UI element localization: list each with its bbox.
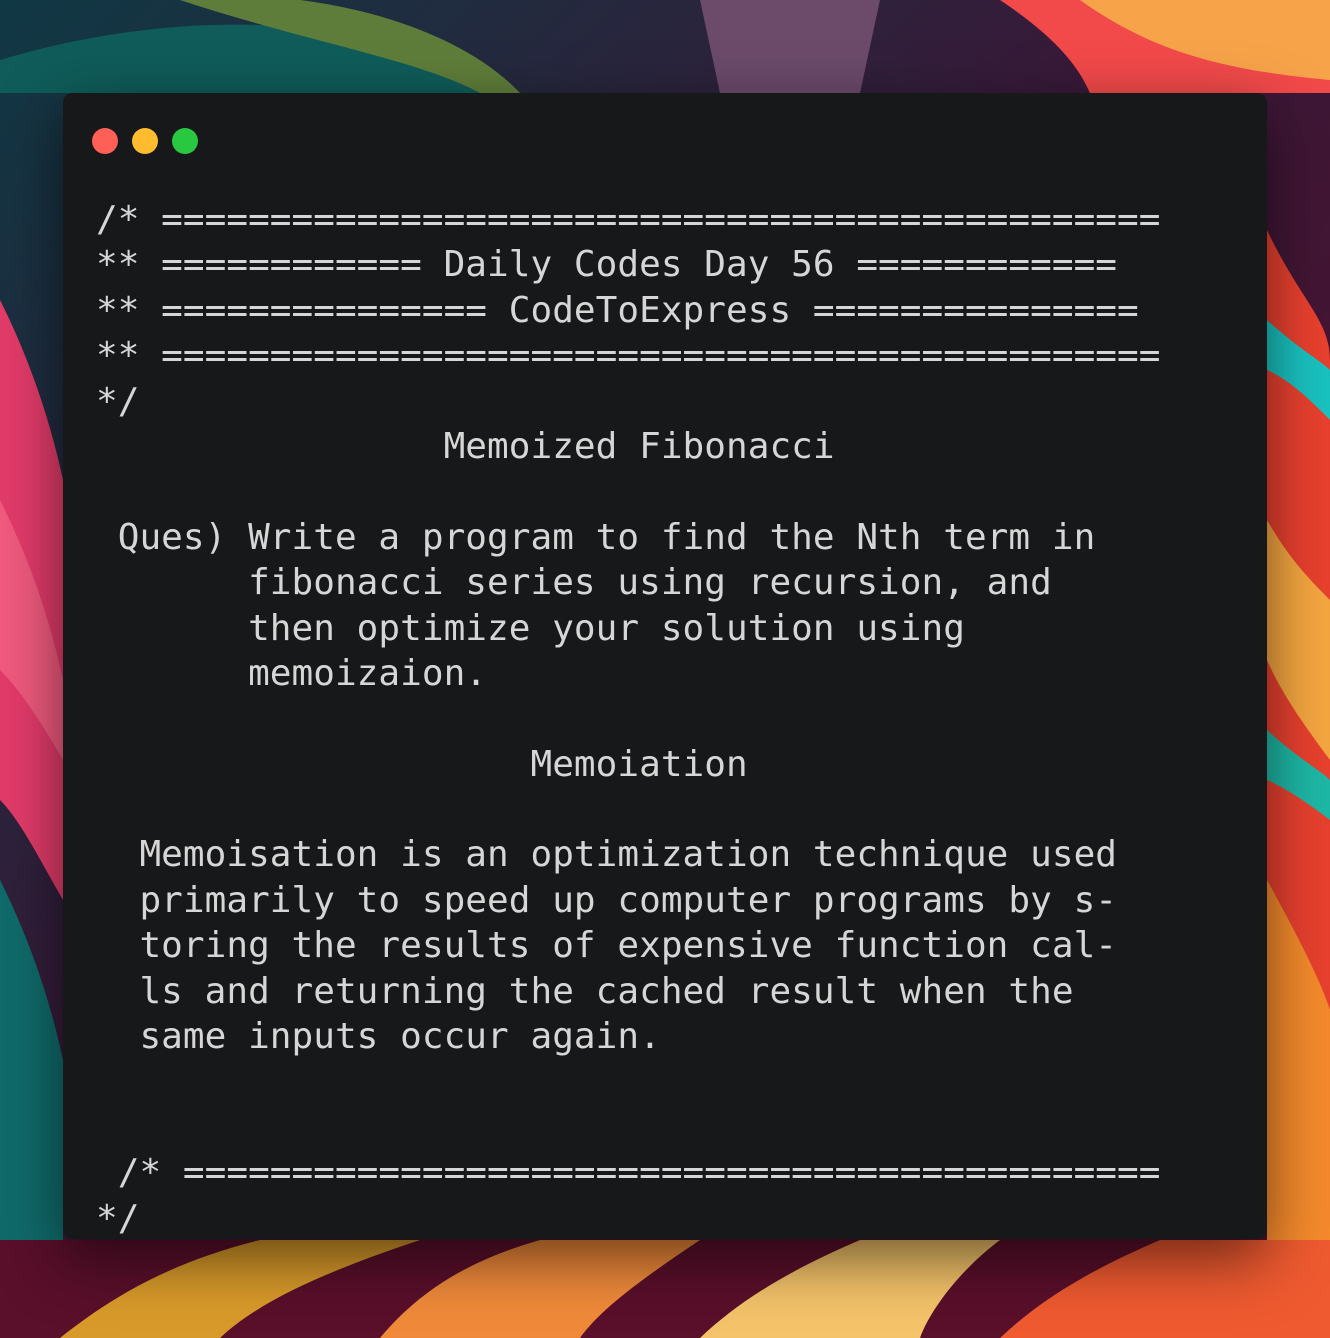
code-line: Memoized Fibonacci [96,425,835,467]
code-line: /* =====================================… [96,199,1161,240]
code-line: same inputs occur again. [96,1016,661,1058]
code-line: fibonacci series using recursion, and [96,562,1052,604]
code-line: primarily to speed up computer programs … [96,879,1118,921]
code-window: /* =====================================… [63,93,1267,1239]
close-button[interactable] [92,128,118,154]
code-line: ** =============== CodeToExpress =======… [96,289,1139,331]
code-line: ls and returning the cached result when … [96,970,1074,1012]
code-line: memoizaion. [96,652,488,694]
code-line: Memoiation [96,743,748,785]
zoom-button[interactable] [172,128,198,154]
code-line: ** =====================================… [96,335,1161,377]
code-line: */ [96,380,140,422]
code-line: toring the results of expensive function… [96,925,1118,967]
code-line: Memoisation is an optimization technique… [96,834,1118,876]
code-line: then optimize your solution using [96,607,965,649]
code-line: */ [96,1197,140,1239]
code-line: /* =====================================… [96,1152,1161,1194]
code-line: Ques) Write a program to find the Nth te… [96,516,1096,558]
code-line: ** ============ Daily Codes Day 56 =====… [96,244,1118,286]
minimize-button[interactable] [132,128,158,154]
code-block: /* =====================================… [96,197,1160,1239]
